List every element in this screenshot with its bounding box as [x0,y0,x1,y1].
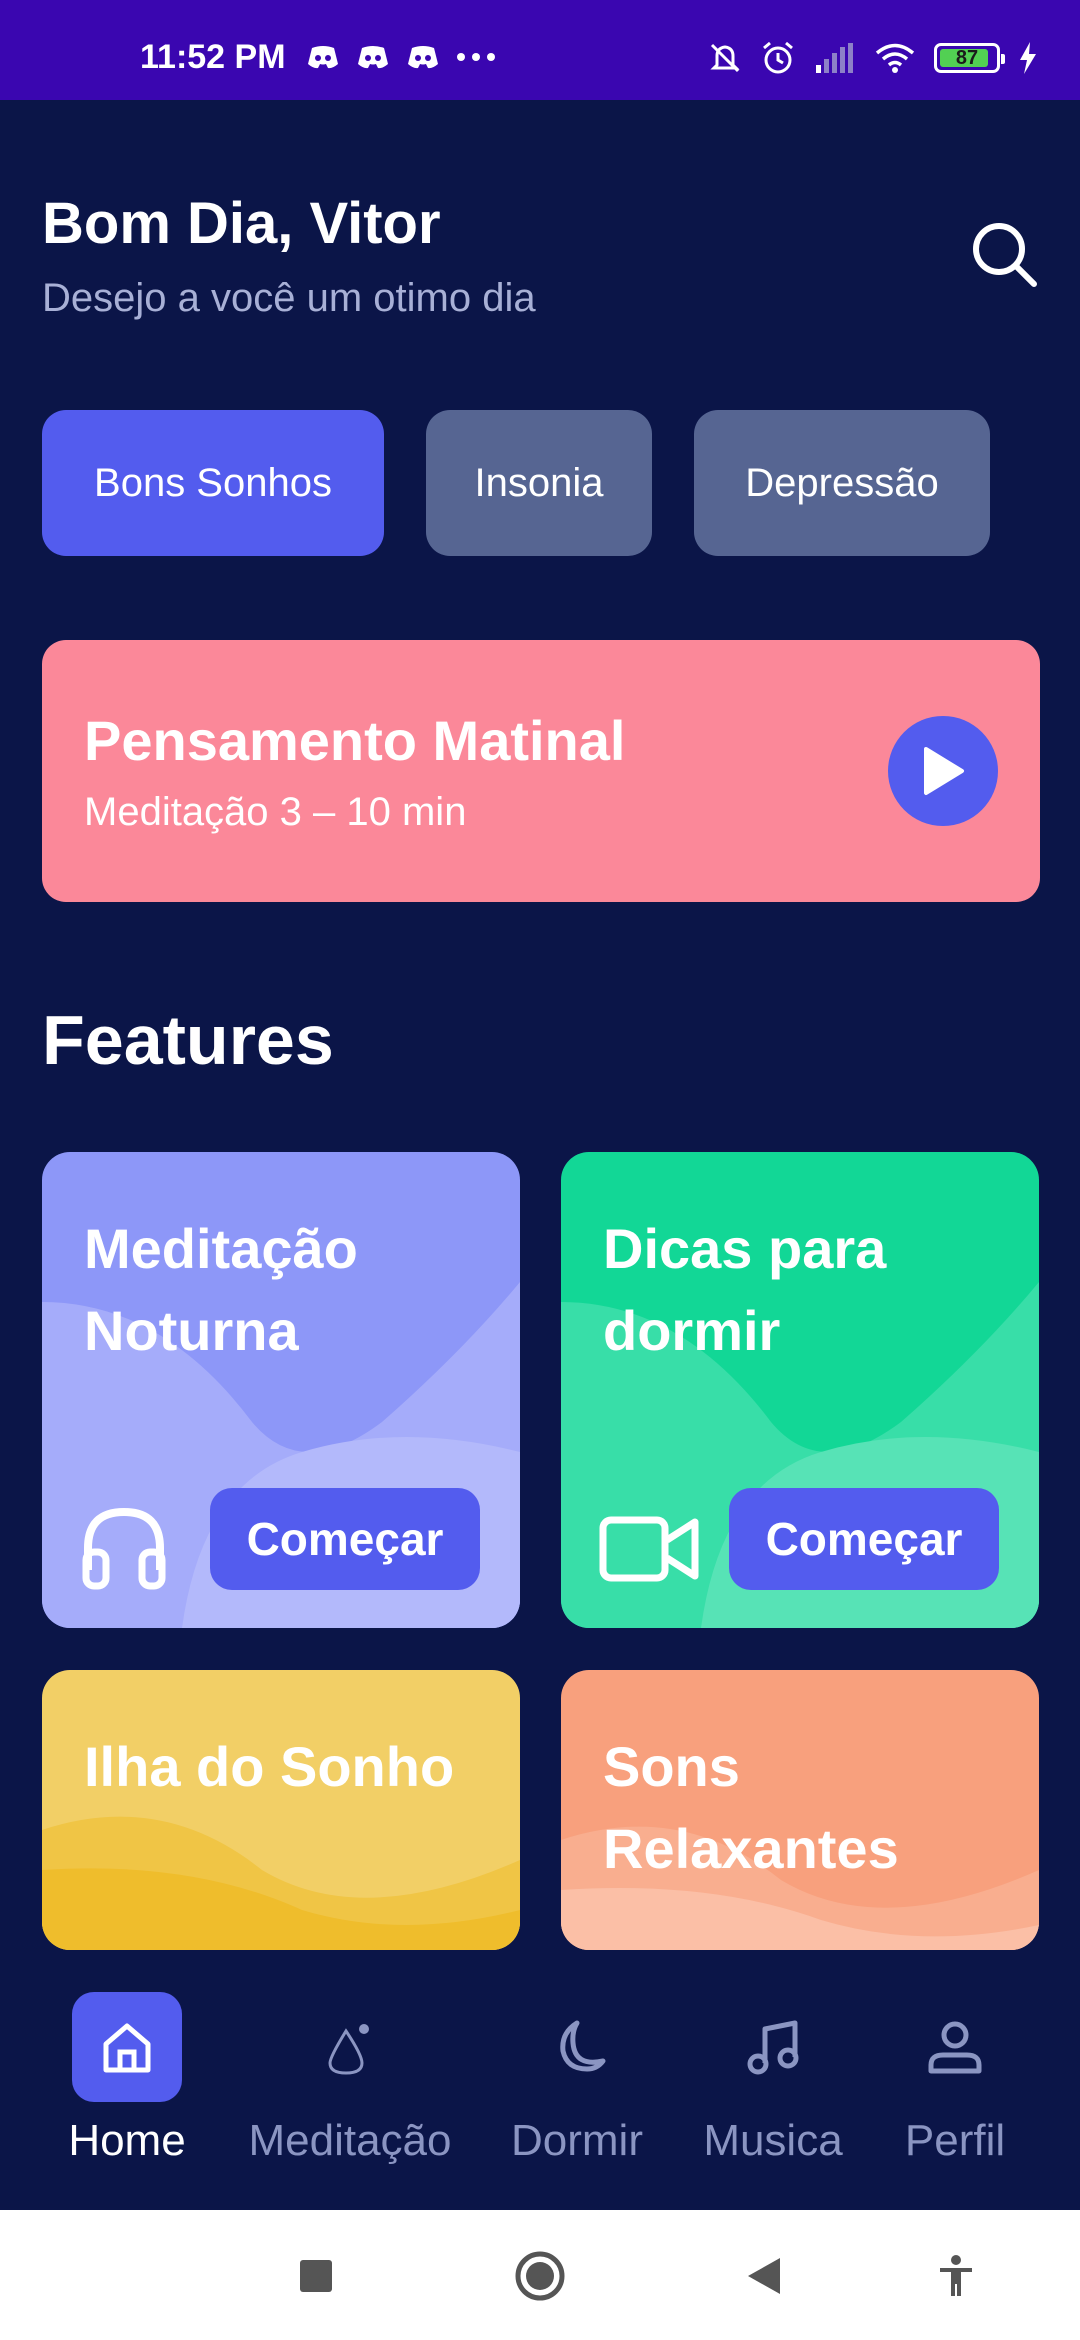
play-button[interactable] [888,716,998,826]
chip-label: Insonia [474,460,604,505]
greeting-subtitle: Desejo a você um otimo dia [42,276,536,320]
feature-card-sons-relaxantes[interactable]: Sons Relaxantes [561,1670,1039,1950]
signal-icon [816,43,853,73]
category-chips: Bons Sonhos Insonia Depressão [42,410,990,556]
headphones-icon [82,1507,166,1590]
more-dots-icon [457,53,495,61]
nav-label: Dormir [511,2116,643,2165]
music-note-icon [718,1992,828,2102]
card-title: Meditação Noturna [84,1217,358,1362]
status-bar: 11:52 PM 87 [0,0,1080,100]
nav-item-musica[interactable]: Musica [698,1992,848,2166]
battery-level: 87 [955,46,979,69]
video-camera-icon [599,1516,699,1582]
card-title: Dicas para dormir [603,1217,887,1362]
system-icons: 87 [708,40,1038,76]
nav-label: Home [68,2116,186,2165]
discord-icon [408,46,438,69]
user-icon [900,1992,1010,2102]
greeting-title: Bom Dia, Vitor [42,191,441,256]
moon-icon [522,1992,632,2102]
nav-item-dormir[interactable]: Dormir [502,1992,652,2166]
discord-icon [308,46,338,69]
nav-label: Meditação [248,2116,452,2165]
status-time: 11:52 PM [140,38,286,76]
chip-label: Depressão [745,460,939,505]
meditation-icon [295,1992,405,2102]
featured-session-subtitle: Meditação 3 – 10 min [84,790,467,834]
nav-item-home[interactable]: Home [52,1992,202,2166]
nav-item-meditacao[interactable]: Meditação [240,1992,460,2166]
back-button[interactable] [738,2250,790,2302]
discord-icon [358,46,388,69]
features-heading: Features [42,1001,334,1079]
play-icon [924,747,964,795]
feature-card-dicas-para-dormir[interactable]: Dicas para dormir Começar [561,1152,1039,1628]
square-icon [300,2260,332,2292]
triangle-back-icon [748,2258,780,2294]
bell-off-icon [710,43,740,73]
search-icon [973,223,1037,287]
notification-icons [306,44,496,70]
chip-depressao[interactable]: Depressão [694,410,990,556]
recent-apps-button[interactable] [290,2250,342,2302]
bottom-navigation: Home Meditação Dormir Musica Perfil [0,1950,1080,2210]
chip-bons-sonhos[interactable]: Bons Sonhos [42,410,384,556]
search-button[interactable] [966,216,1042,292]
home-system-button[interactable] [514,2250,566,2302]
battery-icon: 87 [934,43,1005,73]
chip-insonia[interactable]: Insonia [426,410,652,556]
start-button[interactable]: Começar [729,1488,999,1590]
circle-icon [515,2251,565,2301]
featured-session-title: Pensamento Matinal [84,709,626,772]
accessibility-button[interactable] [930,2250,982,2302]
alarm-icon [763,41,793,74]
nav-label: Musica [703,2116,843,2165]
accessibility-icon [940,2255,972,2296]
charging-icon [1020,42,1036,74]
home-icon [72,1992,182,2102]
card-wave-decoration [42,1816,520,1950]
chip-label: Bons Sonhos [94,460,332,505]
card-title: Sons Relaxantes [603,1735,899,1880]
nav-item-perfil[interactable]: Perfil [880,1992,1030,2166]
featured-session-card[interactable]: Pensamento Matinal Meditação 3 – 10 min [42,640,1040,902]
card-title: Ilha do Sonho [84,1735,455,1798]
start-button[interactable]: Começar [210,1488,480,1590]
wifi-icon [875,43,915,73]
nav-label: Perfil [904,2116,1006,2165]
system-navigation-bar [0,2210,1080,2340]
feature-card-meditacao-noturna[interactable]: Meditação Noturna Começar [42,1152,520,1628]
feature-card-ilha-do-sonho[interactable]: Ilha do Sonho [42,1670,520,1950]
